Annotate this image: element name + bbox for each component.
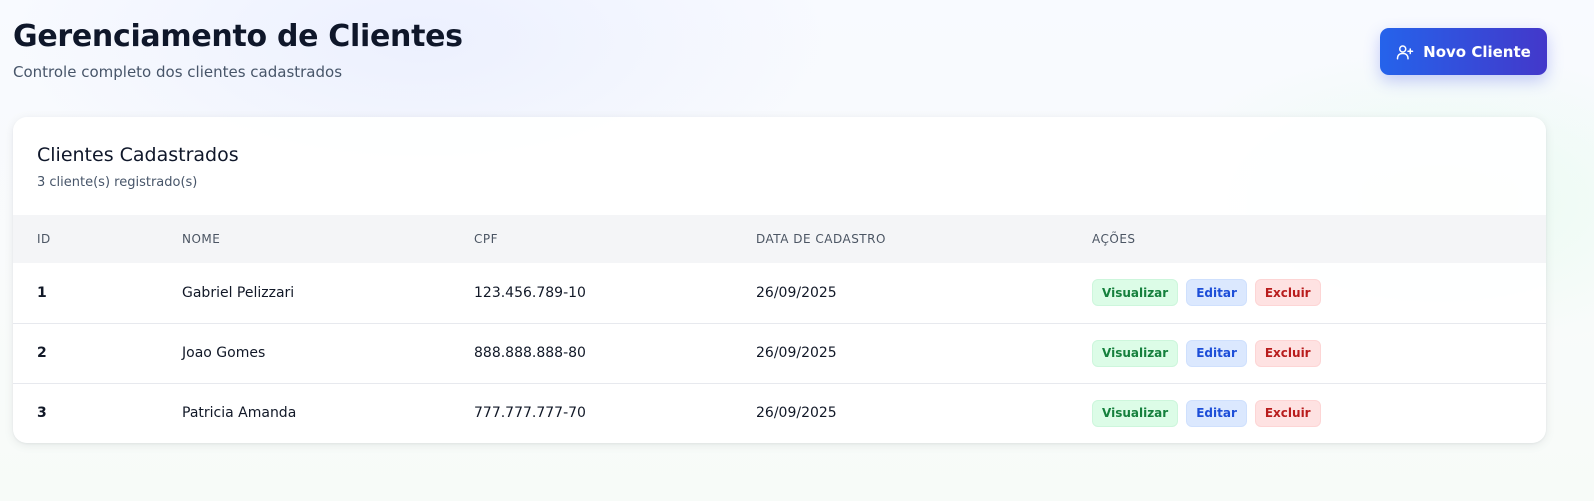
view-button[interactable]: Visualizar — [1092, 339, 1179, 367]
table-header-row: ID NOME CPF DATA DE CADASTRO AÇÕES — [13, 215, 1546, 263]
row-actions: Visualizar Editar Excluir — [1092, 399, 1546, 427]
card-title: Clientes Cadastrados — [37, 144, 239, 166]
table-body: 1 Gabriel Pelizzari 123.456.789-10 26/09… — [13, 263, 1546, 443]
cell-date: 26/09/2025 — [756, 284, 837, 301]
view-button[interactable]: Visualizar — [1092, 399, 1179, 427]
card-header: Clientes Cadastrados 3 cliente(s) regist… — [13, 117, 1546, 215]
cell-cpf: 777.777.777-70 — [474, 405, 586, 422]
client-count: 3 cliente(s) registrado(s) — [37, 175, 198, 190]
delete-button[interactable]: Excluir — [1254, 279, 1321, 307]
page-title: Gerenciamento de Clientes — [13, 19, 463, 54]
row-actions: Visualizar Editar Excluir — [1092, 339, 1546, 367]
page-header: Gerenciamento de Clientes Controle compl… — [13, 18, 1547, 88]
cell-name: Joao Gomes — [182, 345, 266, 361]
cell-id: 3 — [37, 405, 47, 422]
clients-card: Clientes Cadastrados 3 cliente(s) regist… — [13, 117, 1546, 443]
new-client-button-label: Novo Cliente — [1423, 42, 1531, 61]
column-header-name: NOME — [182, 232, 221, 246]
cell-actions: Visualizar Editar Excluir — [1092, 383, 1546, 443]
cell-id: 2 — [37, 345, 47, 361]
cell-cpf: 123.456.789-10 — [474, 284, 586, 301]
edit-button[interactable]: Editar — [1186, 279, 1247, 307]
user-plus-icon — [1396, 43, 1414, 61]
delete-button[interactable]: Excluir — [1254, 339, 1321, 367]
clients-table: ID NOME CPF DATA DE CADASTRO AÇÕES 1 Gab… — [13, 215, 1546, 443]
cell-date: 26/09/2025 — [756, 405, 837, 422]
column-header-id: ID — [37, 232, 51, 246]
delete-button[interactable]: Excluir — [1254, 399, 1321, 427]
cell-cpf: 888.888.888-80 — [474, 345, 586, 361]
table-header: ID NOME CPF DATA DE CADASTRO AÇÕES — [13, 215, 1546, 263]
column-header-date: DATA DE CADASTRO — [756, 232, 886, 246]
cell-name: Gabriel Pelizzari — [182, 284, 295, 301]
row-actions: Visualizar Editar Excluir — [1092, 279, 1546, 307]
cell-date: 26/09/2025 — [756, 345, 837, 361]
cell-actions: Visualizar Editar Excluir — [1092, 323, 1546, 383]
table-row: 2 Joao Gomes 888.888.888-80 26/09/2025 V… — [13, 323, 1546, 383]
table-row: 1 Gabriel Pelizzari 123.456.789-10 26/09… — [13, 263, 1546, 323]
cell-id: 1 — [37, 284, 47, 301]
edit-button[interactable]: Editar — [1186, 339, 1247, 367]
new-client-button[interactable]: Novo Cliente — [1380, 28, 1547, 75]
view-button[interactable]: Visualizar — [1092, 279, 1179, 307]
edit-button[interactable]: Editar — [1186, 399, 1247, 427]
cell-actions: Visualizar Editar Excluir — [1092, 263, 1546, 323]
cell-name: Patricia Amanda — [182, 405, 297, 422]
page-subtitle: Controle completo dos clientes cadastrad… — [13, 63, 343, 81]
column-header-actions: AÇÕES — [1092, 232, 1136, 246]
table-row: 3 Patricia Amanda 777.777.777-70 26/09/2… — [13, 383, 1546, 443]
column-header-cpf: CPF — [474, 232, 499, 246]
